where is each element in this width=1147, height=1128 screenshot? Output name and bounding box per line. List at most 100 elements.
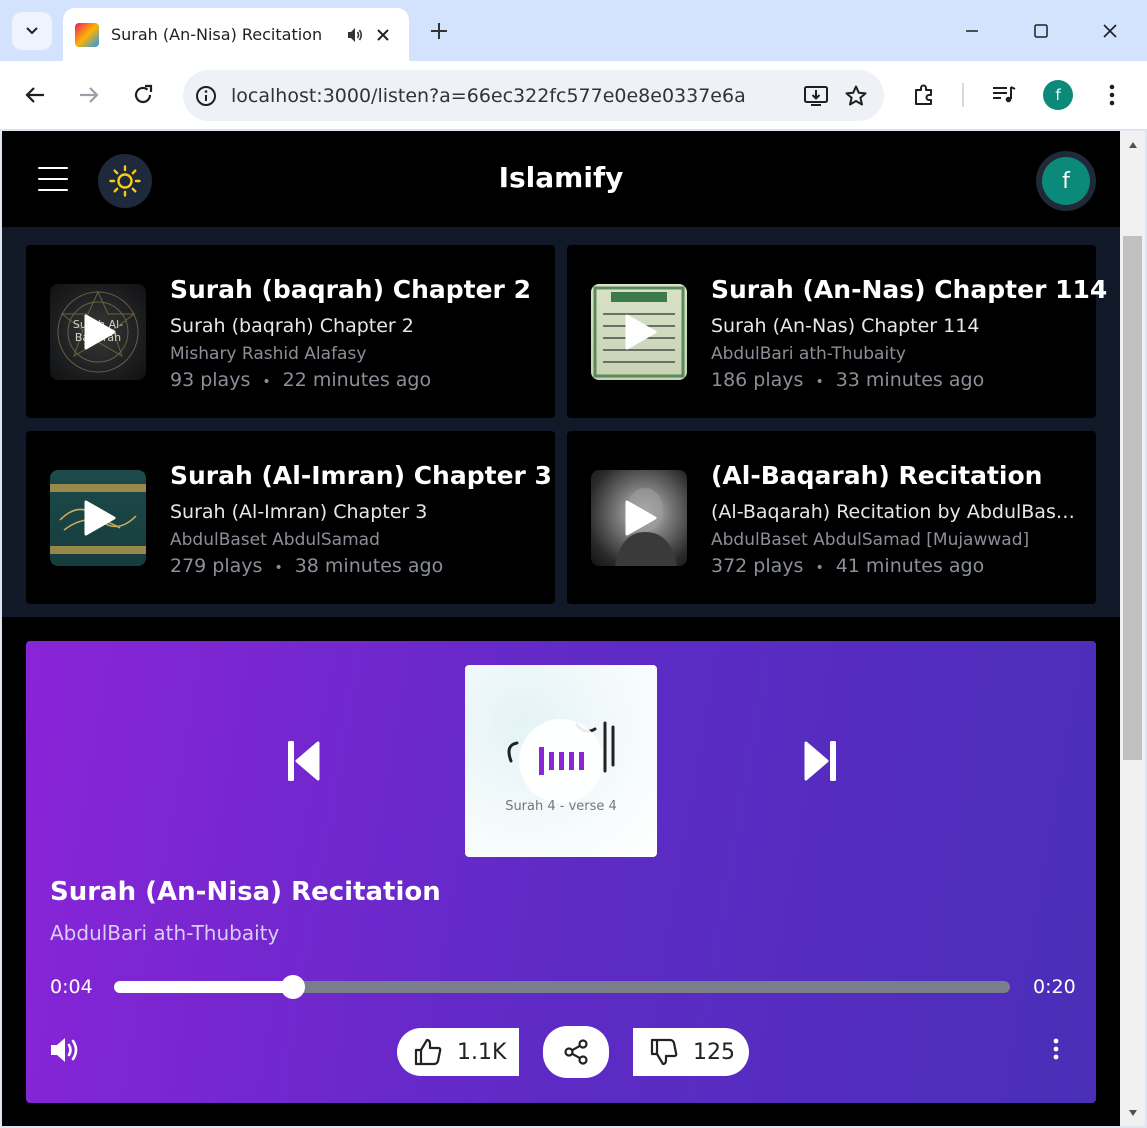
card-subtitle: Surah (Al-Imran) Chapter 3 [170, 501, 428, 523]
timestamp: 33 minutes ago [835, 369, 985, 391]
tab-close-icon[interactable] [369, 21, 397, 49]
close-window-button[interactable] [1090, 14, 1130, 48]
share-icon [564, 1039, 588, 1065]
play-icon[interactable] [623, 500, 657, 536]
arrow-left-icon [25, 87, 44, 103]
back-button[interactable] [15, 75, 55, 115]
timestamp: 38 minutes ago [294, 555, 444, 577]
browser-toolbar: localhost:3000/listen?a=66ec322fc577e0e8… [0, 61, 1147, 130]
user-avatar-button[interactable]: f [1036, 151, 1096, 211]
audio-player: Surah 4 - verse 4 Surah (An-Nisa) Recita… [26, 641, 1096, 1103]
toolbar-divider [962, 83, 964, 107]
play-count: 372 plays [711, 555, 804, 577]
browser-tab[interactable]: Surah (An-Nisa) Recitation [63, 8, 409, 61]
thumbs-down-icon [650, 1038, 678, 1066]
current-time: 0:04 [50, 976, 93, 998]
dislike-button[interactable]: 125 [633, 1028, 749, 1076]
bookmark-star-icon[interactable] [836, 76, 876, 116]
card-subtitle: Surah (baqrah) Chapter 2 [170, 315, 414, 337]
album-art: Surah 4 - verse 4 [465, 665, 657, 857]
scrollbar-thumb[interactable] [1123, 236, 1142, 760]
play-count: 279 plays [170, 555, 263, 577]
separator-dot: • [274, 560, 283, 576]
new-tab-button[interactable] [424, 16, 454, 46]
play-icon[interactable] [82, 500, 116, 536]
equalizer-icon [538, 747, 584, 775]
card-meta: 186 plays • 33 minutes ago [711, 369, 984, 391]
scroll-down-arrow-icon[interactable] [1120, 1103, 1145, 1123]
play-icon[interactable] [623, 314, 657, 350]
card-artist: AbdulBaset AbdulSamad [Mujawwad] [711, 530, 1030, 550]
volume-icon[interactable] [48, 1033, 82, 1067]
seek-progress [114, 981, 294, 993]
page-viewport: Islamify f Surah Al-Baqarah Surah (baqra… [2, 131, 1120, 1126]
avatar: f [1042, 157, 1090, 205]
skip-previous-icon[interactable] [286, 739, 322, 783]
recitation-card[interactable]: Surah (An-Nas) Chapter 114 Surah (An-Nas… [567, 245, 1107, 418]
track-title: Surah (An-Nisa) Recitation [50, 877, 441, 907]
reload-button[interactable] [123, 75, 163, 115]
timestamp: 22 minutes ago [282, 369, 432, 391]
reload-icon [134, 84, 153, 104]
site-info-icon[interactable] [195, 85, 217, 107]
separator-dot: • [815, 374, 824, 390]
profile-button[interactable]: f [1038, 75, 1078, 115]
chevron-down-icon [26, 27, 38, 35]
url-text[interactable]: localhost:3000/listen?a=66ec322fc577e0e8… [231, 85, 796, 107]
more-vertical-icon [1109, 84, 1115, 106]
duration: 0:20 [1033, 976, 1076, 998]
more-vertical-icon[interactable] [1044, 1037, 1068, 1061]
card-thumbnail[interactable] [591, 284, 687, 380]
card-title[interactable]: (Al-Baqarah) Recitation [711, 461, 1042, 490]
card-title[interactable]: Surah (An-Nas) Chapter 114 [711, 275, 1107, 304]
tab-audio-icon[interactable] [341, 21, 369, 49]
album-art-caption: Surah 4 - verse 4 [505, 799, 617, 814]
card-title[interactable]: Surah (Al-Imran) Chapter 3 [170, 461, 552, 490]
media-control-button[interactable] [984, 75, 1024, 115]
recitation-card[interactable]: Surah Al-Baqarah Surah (baqrah) Chapter … [26, 245, 555, 418]
card-thumbnail[interactable] [50, 470, 146, 566]
scroll-up-arrow-icon[interactable] [1120, 135, 1145, 155]
page-scrollbar[interactable] [1120, 131, 1145, 1126]
timestamp: 41 minutes ago [835, 555, 985, 577]
maximize-button[interactable] [1021, 14, 1061, 48]
tab-search-button[interactable] [12, 12, 52, 50]
forward-button[interactable] [69, 75, 109, 115]
like-button[interactable]: 1.1K [397, 1028, 519, 1076]
queue-music-icon [993, 86, 1016, 103]
tab-title: Surah (An-Nisa) Recitation [111, 25, 323, 44]
card-subtitle: Surah (An-Nas) Chapter 114 [711, 315, 980, 337]
install-app-icon[interactable] [796, 76, 836, 116]
recitation-card[interactable]: (Al-Baqarah) Recitation (Al-Baqarah) Rec… [567, 431, 1096, 604]
card-thumbnail[interactable]: Surah Al-Baqarah [50, 284, 146, 380]
now-playing-indicator [519, 719, 603, 803]
skip-next-icon[interactable] [802, 739, 838, 783]
card-meta: 279 plays • 38 minutes ago [170, 555, 443, 577]
card-meta: 372 plays • 41 minutes ago [711, 555, 984, 577]
maximize-icon [1034, 24, 1048, 38]
address-bar[interactable]: localhost:3000/listen?a=66ec322fc577e0e8… [183, 70, 884, 121]
minimize-button[interactable] [952, 14, 992, 48]
play-icon[interactable] [82, 314, 116, 350]
browser-menu-button[interactable] [1092, 75, 1132, 115]
card-title[interactable]: Surah (baqrah) Chapter 2 [170, 275, 531, 304]
card-thumbnail[interactable] [591, 470, 687, 566]
site-favicon-icon [75, 22, 99, 47]
separator-dot: • [815, 560, 824, 576]
thumbs-up-icon [414, 1038, 442, 1066]
card-subtitle: (Al-Baqarah) Recitation by AbdulBaset Ab… [711, 501, 1081, 523]
share-button[interactable] [543, 1026, 609, 1078]
app-title: Islamify [498, 161, 624, 194]
like-count: 1.1K [457, 1039, 507, 1065]
extensions-button[interactable] [904, 75, 944, 115]
seek-handle[interactable] [281, 975, 306, 999]
profile-avatar: f [1043, 80, 1073, 110]
seek-slider[interactable] [114, 975, 1010, 999]
recitation-card[interactable]: Surah (Al-Imran) Chapter 3 Surah (Al-Imr… [26, 431, 555, 604]
app-header: Islamify f [2, 131, 1120, 227]
card-artist: Mishary Rashid Alafasy [170, 344, 367, 364]
card-artist: AbdulBaset AbdulSamad [170, 530, 380, 550]
track-artist: AbdulBari ath-Thubaity [50, 921, 280, 945]
browser-tab-bar: Surah (An-Nisa) Recitation [0, 0, 1147, 61]
play-count: 93 plays [170, 369, 251, 391]
